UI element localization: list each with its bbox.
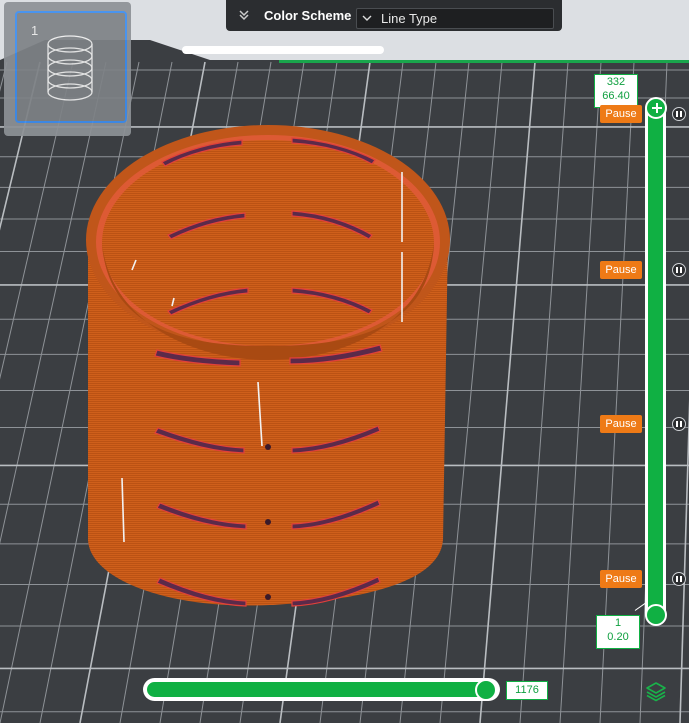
color-scheme-panel[interactable]: Color Scheme Line Type — [226, 0, 562, 31]
cylinder-inner-wall — [102, 140, 434, 346]
plate-thumbnail[interactable]: 1 — [15, 11, 127, 123]
progress-line — [279, 60, 689, 63]
pause-marker[interactable]: Pause — [600, 415, 642, 433]
move-slider-handle[interactable] — [475, 679, 497, 701]
top-layer-tag: 332 66.40 — [594, 74, 638, 108]
move-slider-track[interactable] — [147, 682, 496, 697]
pause-marker[interactable]: Pause — [600, 261, 642, 279]
layers-icon[interactable] — [645, 680, 667, 702]
top-layer-height: 66.40 — [602, 90, 630, 102]
bottom-layer-height: 0.20 — [607, 631, 629, 643]
pause-icon[interactable] — [672, 107, 686, 121]
pause-icon[interactable] — [672, 572, 686, 586]
pause-icon[interactable] — [672, 263, 686, 277]
layer-slider-bottom-handle[interactable] — [645, 604, 667, 626]
bottom-layer-number: 1 — [614, 617, 622, 629]
collapse-handle[interactable] — [182, 46, 384, 54]
top-layer-number: 332 — [606, 76, 626, 88]
color-scheme-value: Line Type — [381, 11, 438, 26]
layer-slider-track[interactable] — [648, 106, 663, 616]
pause-icon[interactable] — [672, 417, 686, 431]
chevrons-down-icon[interactable] — [236, 7, 252, 23]
thumbnail-model-icon — [47, 35, 93, 101]
color-scheme-label: Color Scheme — [264, 8, 352, 23]
dropdown-chevron-icon — [362, 15, 372, 21]
plate-thumbnail-panel: 1 — [4, 2, 131, 136]
pause-marker[interactable]: Pause — [600, 105, 642, 123]
3d-preview-viewport[interactable]: Color Scheme Line Type 1 332 66.40 1 0.2… — [0, 0, 689, 723]
pause-marker[interactable]: Pause — [600, 570, 642, 588]
layer-slider-top-handle[interactable] — [645, 97, 667, 119]
color-scheme-select[interactable]: Line Type — [356, 8, 554, 29]
move-slider-value: 1176 — [506, 681, 548, 700]
bottom-layer-tag: 1 0.20 — [596, 615, 640, 649]
